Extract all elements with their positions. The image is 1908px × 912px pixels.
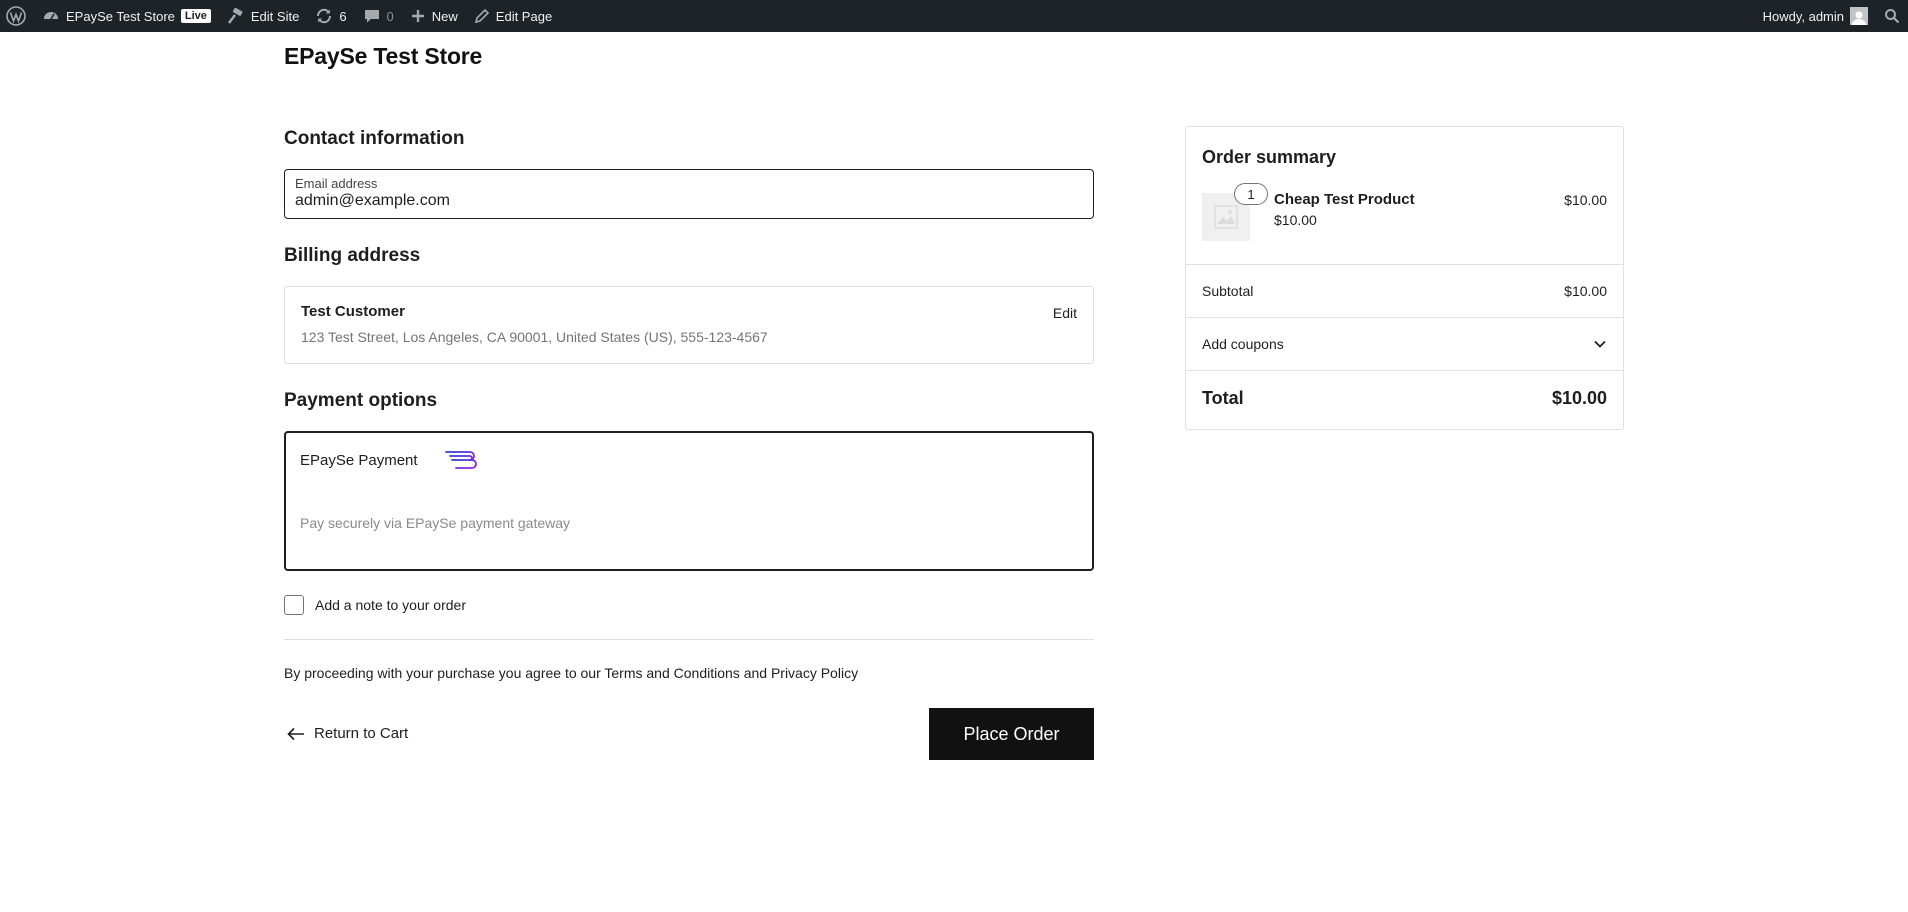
billing-heading: Billing address xyxy=(284,245,421,266)
hammer-icon xyxy=(227,7,243,24)
return-to-cart-label: Return to Cart xyxy=(314,725,409,742)
chevron-down-icon xyxy=(1594,340,1606,348)
site-name-menu[interactable]: EPaySe Test Store Live xyxy=(34,0,219,32)
terms-link[interactable]: Terms and Conditions xyxy=(604,665,739,681)
quantity-badge: 1 xyxy=(1234,183,1268,205)
place-order-button[interactable]: Place Order xyxy=(929,708,1094,760)
live-badge: Live xyxy=(180,9,211,23)
avatar xyxy=(1850,7,1868,25)
product-line-total: $10.00 xyxy=(1564,192,1607,208)
terms-notice: By proceeding with your purchase you agr… xyxy=(284,665,858,681)
arrow-left-icon xyxy=(287,727,304,740)
payment-method-option[interactable]: EPaySe Payment Pay securely via EPaySe p… xyxy=(284,431,1094,571)
summary-divider xyxy=(1186,370,1623,371)
add-coupons-toggle[interactable]: Add coupons xyxy=(1202,324,1607,364)
return-to-cart-link[interactable]: Return to Cart xyxy=(286,725,408,742)
edit-site-link[interactable]: Edit Site xyxy=(219,0,307,32)
order-note-checkbox[interactable] xyxy=(284,595,304,615)
subtotal-row: Subtotal $10.00 xyxy=(1202,271,1607,311)
pencil-icon xyxy=(474,8,489,24)
wordpress-logo-icon[interactable] xyxy=(0,0,34,32)
billing-address-card: Test Customer 123 Test Street, Los Angel… xyxy=(284,286,1094,364)
order-summary-heading: Order summary xyxy=(1202,147,1337,167)
my-account-menu[interactable]: Howdy, admin xyxy=(1755,0,1876,32)
plus-icon xyxy=(411,10,424,22)
edit-site-label: Edit Site xyxy=(250,8,300,24)
epayse-logo-icon xyxy=(444,451,477,469)
order-summary: Order summary 1 Cheap Test Product $10.0… xyxy=(1185,126,1624,430)
payment-method-header: EPaySe Payment xyxy=(300,449,1078,471)
total-label: Total xyxy=(1202,387,1244,408)
total-row: Total $10.00 xyxy=(1202,376,1607,420)
divider xyxy=(284,639,1094,640)
updates-icon xyxy=(317,8,332,24)
subtotal-label: Subtotal xyxy=(1202,283,1254,299)
payment-method-description: Pay securely via EPaySe payment gateway xyxy=(300,515,571,531)
updates-link[interactable]: 6 xyxy=(307,0,354,32)
billing-edit-button[interactable]: Edit xyxy=(1053,305,1077,321)
order-note-label[interactable]: Add a note to your order xyxy=(315,597,466,613)
product-unit-price: $10.00 xyxy=(1274,212,1317,228)
summary-divider xyxy=(1186,264,1623,265)
admin-bar-secondary: Howdy, admin xyxy=(1755,0,1908,32)
comments-link[interactable]: 0 xyxy=(355,0,402,32)
privacy-policy-link[interactable]: Privacy Policy xyxy=(771,665,858,681)
billing-address-text: 123 Test Street, Los Angeles, CA 90001, … xyxy=(301,329,768,345)
updates-count: 6 xyxy=(339,8,347,24)
email-value[interactable]: admin@example.com xyxy=(295,192,1083,210)
terms-prefix: By proceeding with your purchase you agr… xyxy=(284,665,601,681)
admin-bar: EPaySe Test Store Live Edit Site 6 0 New xyxy=(0,0,1908,32)
email-field[interactable]: Email address admin@example.com xyxy=(284,169,1094,219)
billing-name: Test Customer xyxy=(301,303,405,320)
payment-method-name: EPaySe Payment xyxy=(300,451,418,469)
contact-heading: Contact information xyxy=(284,128,465,149)
payment-heading: Payment options xyxy=(284,390,438,411)
search-icon xyxy=(1885,9,1900,24)
new-label: New xyxy=(431,8,458,24)
terms-and: and xyxy=(743,665,768,681)
subtotal-value: $10.00 xyxy=(1564,283,1607,299)
total-value: $10.00 xyxy=(1551,387,1607,408)
summary-divider xyxy=(1186,317,1623,318)
email-label: Email address xyxy=(295,176,378,191)
site-name: EPaySe Test Store xyxy=(66,8,175,24)
store-title[interactable]: EPaySe Test Store xyxy=(284,43,482,70)
edit-page-label: Edit Page xyxy=(495,8,553,24)
howdy-label: Howdy, admin xyxy=(1762,8,1844,24)
admin-search[interactable] xyxy=(1876,0,1908,32)
image-placeholder-icon xyxy=(1214,205,1238,229)
comments-count: 0 xyxy=(386,8,394,24)
new-content-link[interactable]: New xyxy=(402,0,466,32)
product-name: Cheap Test Product xyxy=(1274,191,1415,208)
dashboard-icon xyxy=(44,12,58,20)
comment-icon xyxy=(364,10,379,23)
order-note-toggle[interactable]: Add a note to your order xyxy=(284,595,466,615)
add-coupons-label: Add coupons xyxy=(1202,336,1284,352)
edit-page-link[interactable]: Edit Page xyxy=(466,0,560,32)
